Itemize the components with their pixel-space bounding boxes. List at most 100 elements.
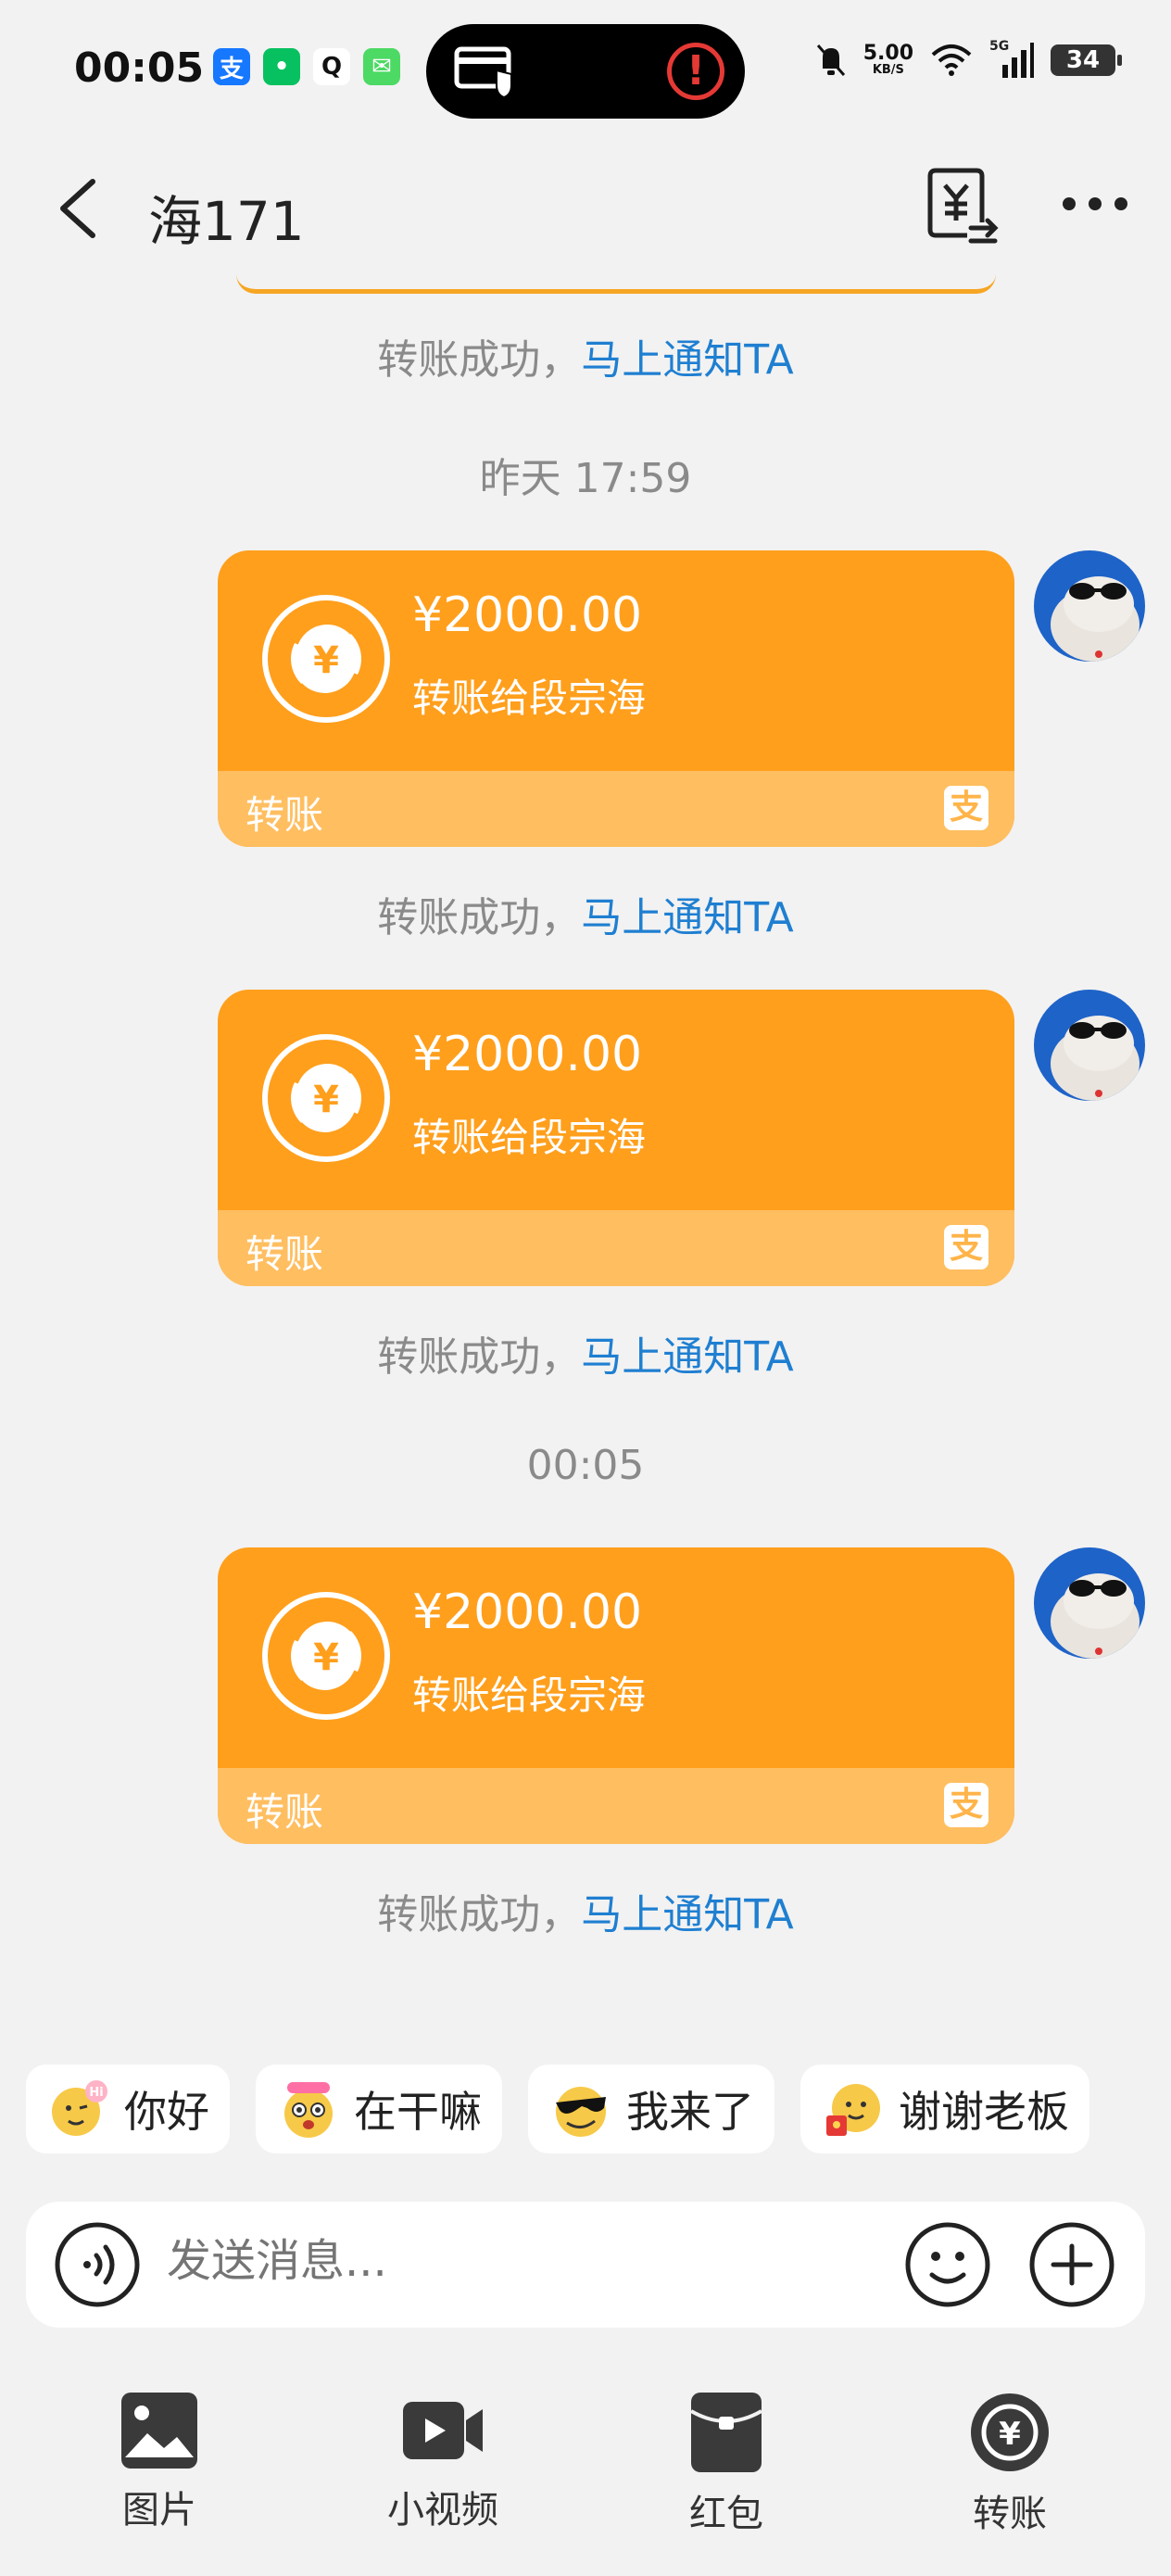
transfer-card-footer: 转账 支 bbox=[218, 1768, 1014, 1844]
action-red-packet-button[interactable]: 红包 bbox=[634, 2391, 819, 2537]
quick-replies: Hi 你好 在干嘛 我来了 谢谢老板 bbox=[26, 2065, 1089, 2153]
red-packet-icon bbox=[689, 2393, 763, 2472]
voice-input-icon[interactable] bbox=[54, 2221, 141, 2308]
red-envelope-emoji-icon bbox=[826, 2084, 880, 2136]
notice-text: 转账成功， bbox=[377, 894, 582, 941]
card-shield-icon bbox=[454, 46, 512, 98]
message-icon: ✉ bbox=[363, 48, 400, 85]
network-speed: 5.00 KB/S bbox=[863, 44, 913, 77]
cat-sunglasses-avatar-image bbox=[1034, 550, 1145, 662]
transfer-yen-icon: ¥ bbox=[262, 1592, 390, 1720]
notify-link[interactable]: 马上通知TA bbox=[581, 1333, 794, 1381]
alipay-logo-icon: 支 bbox=[944, 1783, 988, 1827]
action-panel: 图片 小视频 红包 ¥ 转账 bbox=[0, 2391, 1171, 2557]
notify-link[interactable]: 马上通知TA bbox=[581, 336, 794, 384]
quick-reply-chip[interactable]: 在干嘛 bbox=[256, 2065, 502, 2153]
quick-reply-chip[interactable]: Hi 你好 bbox=[26, 2065, 230, 2153]
transfer-amount: ¥2000.00 bbox=[412, 1027, 643, 1082]
plus-icon[interactable] bbox=[1028, 2221, 1115, 2308]
transfer-record-icon[interactable] bbox=[926, 167, 1001, 246]
message-input[interactable] bbox=[167, 2235, 834, 2287]
notice-text: 转账成功， bbox=[377, 336, 582, 384]
svg-text:¥: ¥ bbox=[313, 1079, 339, 1121]
cellular-signal-icon: 5G bbox=[989, 39, 1034, 78]
surprised-emoji-icon bbox=[284, 2082, 333, 2138]
svg-text:¥: ¥ bbox=[313, 639, 339, 682]
quick-reply-chip[interactable]: 我来了 bbox=[528, 2065, 774, 2153]
wechat-icon: • bbox=[263, 48, 300, 85]
quick-reply-text: 我来了 bbox=[626, 2087, 754, 2137]
alipay-icon: 支 bbox=[213, 48, 250, 85]
transfer-card[interactable]: ¥ ¥2000.00 转账给段宗海 转账 支 bbox=[218, 990, 1014, 1286]
quick-reply-chip[interactable]: 谢谢老板 bbox=[800, 2065, 1089, 2153]
cat-sunglasses-avatar-image bbox=[1034, 1547, 1145, 1659]
transfer-amount: ¥2000.00 bbox=[412, 1585, 643, 1640]
action-label: 转账 bbox=[973, 2493, 1047, 2535]
image-icon bbox=[121, 2393, 197, 2469]
transfer-description: 转账给段宗海 bbox=[412, 1673, 647, 1718]
avatar[interactable] bbox=[1034, 990, 1145, 1101]
notice-text: 转账成功， bbox=[377, 1891, 582, 1938]
alipay-logo-icon: 支 bbox=[944, 1225, 988, 1269]
notification-icons: 支 • Q ✉ bbox=[213, 48, 400, 85]
action-image-button[interactable]: 图片 bbox=[67, 2391, 252, 2533]
avatar[interactable] bbox=[1034, 550, 1145, 662]
system-indicators: 5.00 KB/S 5G 34 bbox=[815, 39, 1122, 78]
quick-reply-text: 你好 bbox=[124, 2087, 209, 2137]
transfer-description: 转账给段宗海 bbox=[412, 676, 647, 721]
qq-icon: Q bbox=[313, 48, 350, 85]
notify-link[interactable]: 马上通知TA bbox=[581, 1891, 794, 1938]
cat-sunglasses-avatar-image bbox=[1034, 990, 1145, 1101]
status-time: 00:05 bbox=[74, 44, 205, 92]
emoji-icon[interactable] bbox=[904, 2221, 991, 2308]
svg-text:¥: ¥ bbox=[999, 2416, 1021, 2453]
transfer-success-notice: 转账成功，马上通知TA bbox=[0, 1881, 1171, 1940]
avatar[interactable] bbox=[1034, 1547, 1145, 1659]
more-options-icon[interactable] bbox=[1058, 185, 1132, 222]
status-bar: 00:05 支 • Q ✉ ! 5.00 KB/S 5G 34 bbox=[0, 0, 1171, 139]
action-video-button[interactable]: 小视频 bbox=[350, 2391, 535, 2533]
transfer-card-body: ¥ ¥2000.00 转账给段宗海 bbox=[218, 1547, 1014, 1768]
previous-transfer-card-edge bbox=[236, 274, 996, 294]
battery-indicator: 34 bbox=[1051, 44, 1122, 76]
alert-icon: ! bbox=[667, 43, 724, 100]
wifi-icon bbox=[931, 44, 972, 76]
dynamic-island[interactable]: ! bbox=[426, 24, 745, 119]
svg-text:Hi: Hi bbox=[89, 2086, 103, 2100]
timestamp: 00:05 bbox=[526, 1442, 645, 1489]
chat-header: 海171 bbox=[0, 158, 1171, 259]
hi-emoji-icon: Hi bbox=[52, 2080, 107, 2136]
network-type: 5G bbox=[989, 39, 1010, 54]
transfer-yen-icon: ¥ bbox=[262, 595, 390, 723]
action-label: 小视频 bbox=[387, 2489, 498, 2532]
speed-value: 5.00 bbox=[863, 42, 913, 65]
transfer-card[interactable]: ¥ ¥2000.00 转账给段宗海 转账 支 bbox=[218, 1547, 1014, 1844]
back-arrow-icon[interactable] bbox=[52, 176, 107, 241]
sunglasses-emoji-icon bbox=[556, 2087, 606, 2137]
chat-title: 海171 bbox=[148, 190, 305, 253]
transfer-card[interactable]: ¥ ¥2000.00 转账给段宗海 转账 支 bbox=[218, 550, 1014, 847]
message-input-bar bbox=[26, 2202, 1145, 2328]
transfer-label: 转账 bbox=[246, 1789, 324, 1835]
svg-text:¥: ¥ bbox=[313, 1636, 339, 1679]
transfer-card-footer: 转账 支 bbox=[218, 1210, 1014, 1286]
notice-text: 转账成功， bbox=[377, 1333, 582, 1381]
transfer-success-notice: 转账成功，马上通知TA bbox=[0, 1323, 1171, 1383]
transfer-success-notice: 转账成功，马上通知TA bbox=[0, 326, 1171, 385]
action-label: 图片 bbox=[122, 2489, 196, 2532]
quick-reply-text: 谢谢老板 bbox=[899, 2087, 1069, 2137]
transfer-card-body: ¥ ¥2000.00 转账给段宗海 bbox=[218, 550, 1014, 771]
timestamp: 昨天 17:59 bbox=[479, 455, 692, 502]
transfer-label: 转账 bbox=[246, 1231, 324, 1277]
transfer-description: 转账给段宗海 bbox=[412, 1115, 647, 1160]
transfer-yen-icon: ¥ bbox=[262, 1034, 390, 1162]
notify-link[interactable]: 马上通知TA bbox=[581, 894, 794, 941]
action-label: 红包 bbox=[689, 2493, 763, 2535]
action-transfer-button[interactable]: ¥ 转账 bbox=[917, 2391, 1102, 2537]
video-icon bbox=[403, 2402, 483, 2459]
mute-bell-icon bbox=[816, 44, 845, 76]
quick-reply-text: 在干嘛 bbox=[354, 2087, 482, 2137]
alipay-logo-icon: 支 bbox=[944, 786, 988, 830]
speed-unit: KB/S bbox=[872, 63, 904, 77]
transfer-icon: ¥ bbox=[971, 2393, 1049, 2471]
